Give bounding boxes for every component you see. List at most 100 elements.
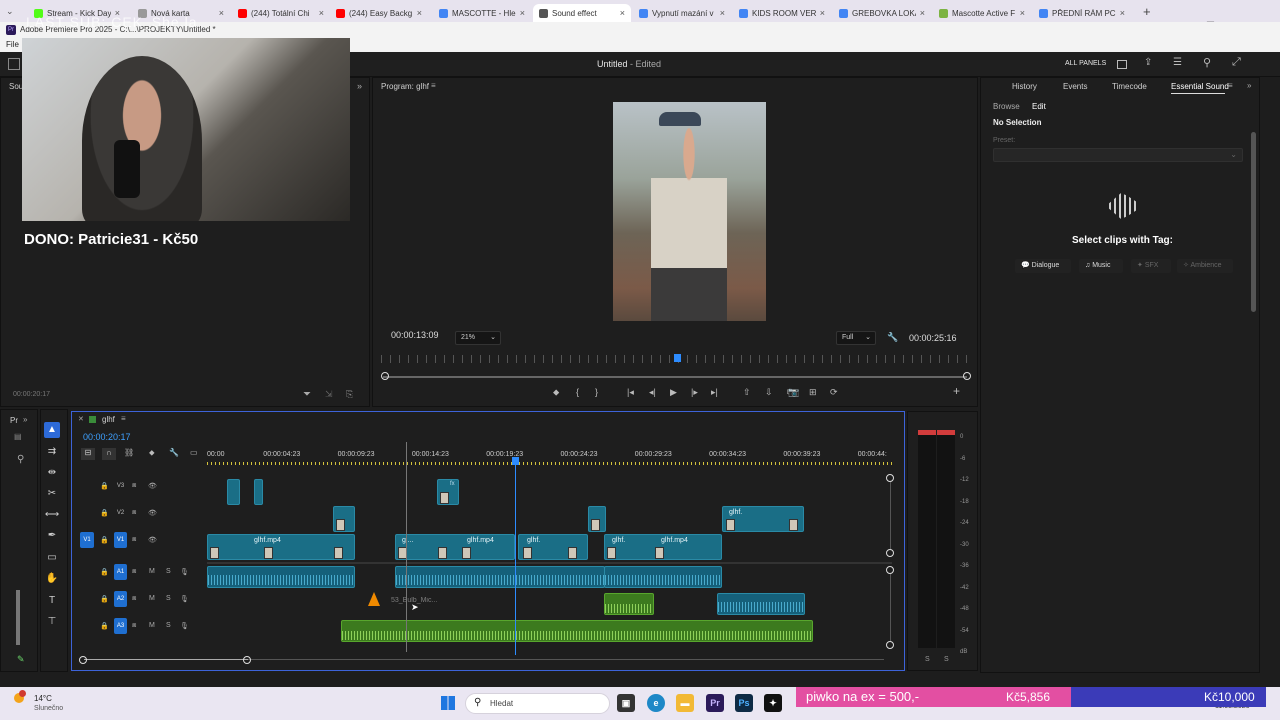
go-to-out-icon[interactable]: ▸| — [711, 386, 718, 398]
zoom-select[interactable]: 21% ⌄ — [455, 331, 501, 345]
browser-tab[interactable]: Sound effect × — [533, 4, 631, 22]
browser-tab[interactable]: (244) Easy Backg × — [330, 4, 428, 22]
photoshop-icon[interactable]: Ps — [735, 694, 753, 712]
tab-essential-sound[interactable]: Essential Sound — [1171, 82, 1229, 91]
sync-lock-icon[interactable]: ⧈ — [132, 568, 136, 576]
audio-clip[interactable] — [604, 566, 722, 588]
timeline-clip[interactable] — [588, 506, 606, 532]
browser-tab[interactable]: MASCOTTE - Hle × — [433, 4, 531, 22]
scrollbar[interactable] — [1251, 132, 1256, 312]
lock-icon[interactable]: 🔒 — [100, 595, 109, 603]
timeline-clip[interactable]: glhf. — [722, 506, 804, 532]
solo-button[interactable]: S — [166, 595, 171, 602]
search-box[interactable]: ⚲ Hledat — [465, 693, 610, 714]
share-icon[interactable]: ⇪ — [1144, 57, 1152, 68]
lock-icon[interactable]: 🔒 — [100, 622, 109, 630]
playhead-marker[interactable] — [512, 457, 519, 465]
sync-lock-icon[interactable]: ⧈ — [132, 536, 136, 544]
close-sequence-icon[interactable]: ✕ — [78, 415, 84, 423]
tab-events[interactable]: Events — [1063, 82, 1087, 91]
tab-close-icon[interactable]: × — [720, 8, 725, 18]
track-select-tool-icon[interactable]: ⇉ — [44, 444, 60, 460]
eye-icon[interactable]: 👁 — [148, 536, 157, 544]
browser-tab[interactable]: GREBOVKA LOKA × — [833, 4, 931, 22]
track-target-v1[interactable]: V1 — [114, 532, 127, 548]
program-zoom-bar[interactable] — [383, 376, 967, 378]
sync-lock-icon[interactable]: ⧈ — [132, 482, 136, 490]
tab-timecode[interactable]: Timecode — [1112, 82, 1147, 91]
start-button[interactable] — [441, 696, 455, 710]
tab-close-icon[interactable]: × — [319, 8, 324, 18]
tag-music-button[interactable]: ♫ Music — [1079, 259, 1123, 273]
snap-icon[interactable]: ∩ — [102, 448, 116, 460]
extract-icon[interactable]: ⇩ — [765, 386, 773, 398]
add-marker-icon[interactable]: ⬥ — [149, 448, 155, 458]
fullscreen-icon[interactable]: ⤢ — [1232, 56, 1241, 69]
subtab-browse[interactable]: Browse — [993, 102, 1020, 111]
tab-actions-icon[interactable]: ⌄ — [6, 6, 20, 18]
audio-clip[interactable] — [604, 593, 654, 615]
solo-button[interactable]: S — [166, 622, 171, 629]
sync-lock-icon[interactable]: ⧈ — [132, 622, 136, 630]
tab-close-icon[interactable]: × — [820, 8, 825, 18]
audio-scroll-handle[interactable] — [886, 641, 894, 649]
mute-button[interactable]: M — [149, 595, 155, 602]
browser-tab[interactable]: PŘEDNÍ RÁM PC × — [1033, 4, 1131, 22]
zoom-right-handle[interactable] — [243, 656, 251, 664]
sequence-menu-icon[interactable]: ≡ — [121, 414, 126, 423]
step-back-icon[interactable]: ◂| — [649, 386, 656, 398]
track-target-a1[interactable]: A1 — [114, 564, 127, 580]
go-to-in-icon[interactable]: |◂ — [627, 386, 634, 398]
audio-clip[interactable] — [395, 566, 605, 588]
video-scroll-handle[interactable] — [886, 549, 894, 557]
lock-icon[interactable]: 🔒 — [100, 509, 109, 517]
tab-close-icon[interactable]: × — [1020, 8, 1025, 18]
audio-scroll-handle[interactable] — [886, 566, 894, 574]
eye-icon[interactable]: 👁 — [148, 482, 157, 490]
mute-button[interactable]: M — [149, 622, 155, 629]
preset-select[interactable]: ⌄ — [993, 148, 1243, 162]
project-tab[interactable]: Pr — [10, 416, 18, 425]
tab-close-icon[interactable]: × — [417, 8, 422, 18]
timeline-clip[interactable]: glhf. glhf.mp4 — [604, 534, 722, 560]
microphone-icon[interactable]: 🎙 — [180, 622, 189, 630]
program-menu-icon[interactable]: ≡ — [431, 81, 436, 90]
zoom-bar-left-handle[interactable] — [381, 372, 389, 380]
sync-lock-icon[interactable]: ⧈ — [132, 509, 136, 517]
mute-button[interactable]: M — [149, 568, 155, 575]
browser-tab[interactable]: (244) Totální Chi × — [232, 4, 330, 22]
timeline-clip[interactable] — [254, 479, 263, 505]
step-forward-icon[interactable]: |▸ — [691, 386, 698, 398]
timecode-left[interactable]: 00:00:13:09 — [391, 330, 439, 340]
track-target-a2[interactable]: A2 — [114, 591, 127, 607]
lock-icon[interactable]: 🔒 — [100, 568, 109, 576]
playhead-line[interactable] — [515, 465, 516, 655]
tab-close-icon[interactable]: × — [219, 8, 224, 18]
timeline-clip[interactable] — [333, 506, 355, 532]
work-area-bar[interactable] — [207, 462, 892, 465]
zoom-bar-right-handle[interactable] — [963, 372, 971, 380]
weather-desc[interactable]: Slunečno — [34, 705, 63, 712]
settings-sliders-icon[interactable]: ☰ — [1173, 57, 1182, 68]
slip-tool-icon[interactable]: ⟷ — [44, 507, 60, 523]
filter-icon[interactable]: ⏷ — [303, 389, 311, 400]
insert-icon[interactable]: ⇲ — [325, 389, 333, 400]
home-icon[interactable] — [8, 58, 20, 70]
tag-sfx-button[interactable]: ✦ SFX — [1131, 259, 1171, 273]
microphone-icon[interactable]: 🎙 — [180, 595, 189, 603]
solo-button[interactable]: S — [166, 568, 171, 575]
comparison-view-icon[interactable]: ⊞ — [809, 386, 817, 398]
captions-icon[interactable]: ▭ — [190, 448, 198, 457]
weather-temp[interactable]: 14°C — [34, 694, 52, 703]
sync-lock-icon[interactable]: ⧈ — [132, 595, 136, 603]
source-patch-v1[interactable]: V1 — [80, 532, 94, 548]
add-button-icon[interactable]: + — [953, 385, 960, 397]
mark-in-icon[interactable]: { — [576, 386, 579, 398]
add-marker-icon[interactable]: ⬥ — [553, 386, 559, 398]
wrench-icon[interactable]: 🔧 — [887, 332, 898, 343]
audio-clip[interactable] — [341, 620, 813, 642]
browser-tab[interactable]: Mascotte Active F × — [933, 4, 1031, 22]
timeline-clip[interactable]: fx — [437, 479, 459, 505]
rectangle-tool-icon[interactable]: ▭ — [44, 550, 60, 566]
all-panels-button[interactable]: ALL PANELS — [1065, 60, 1106, 67]
